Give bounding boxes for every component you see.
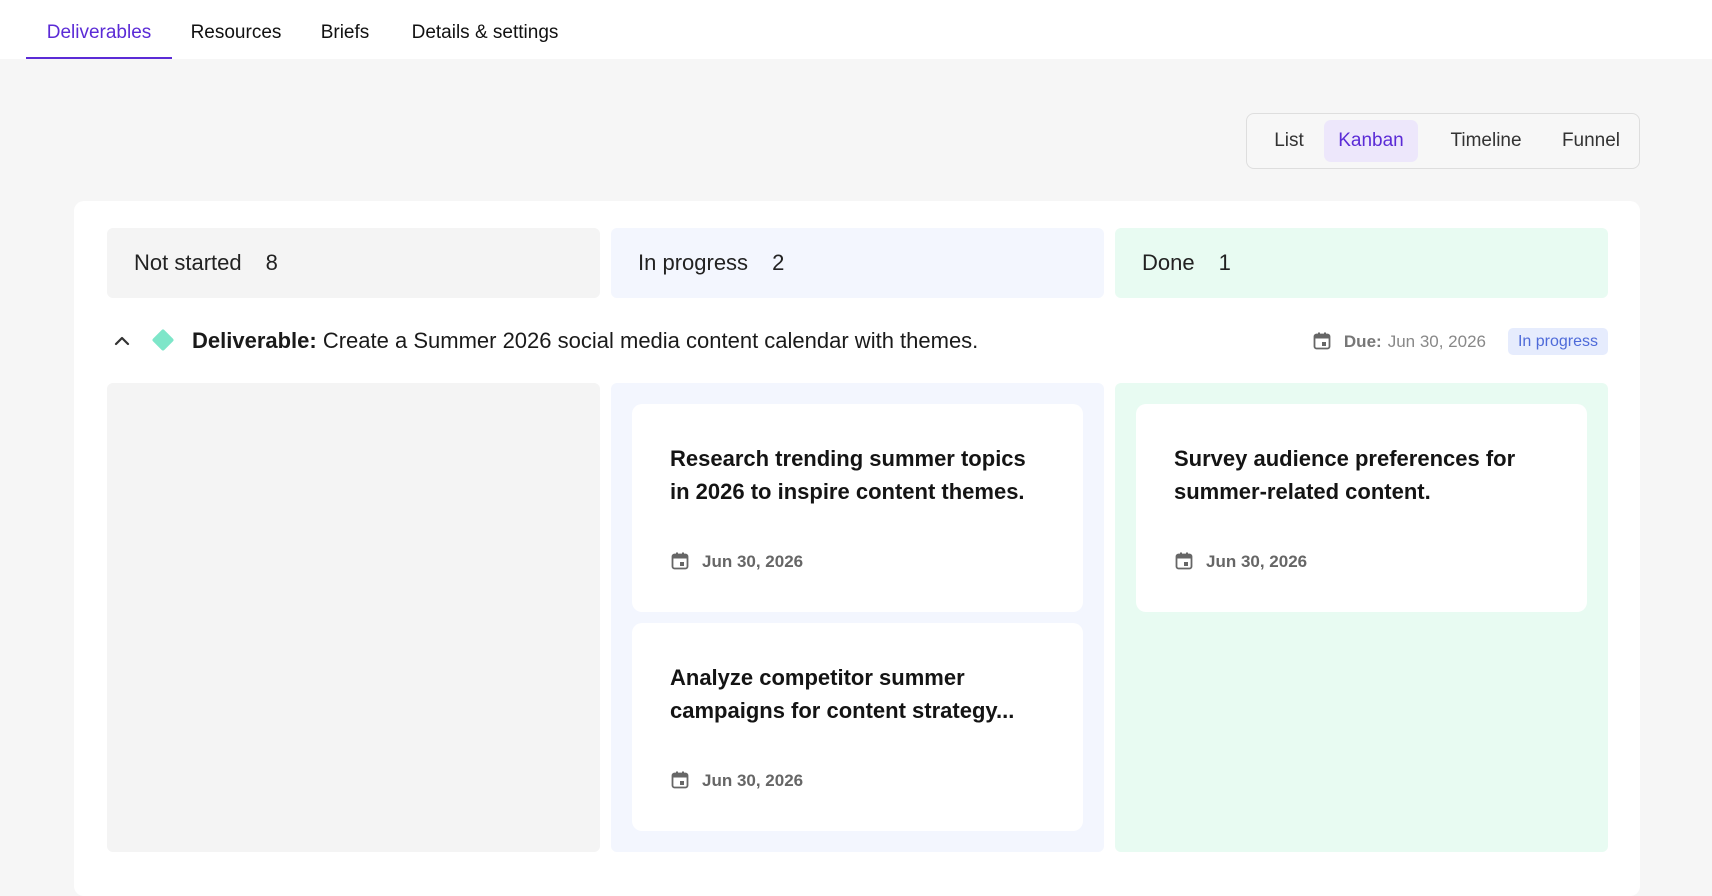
task-date: Jun 30, 2026 bbox=[670, 550, 803, 574]
task-card[interactable]: Research trending summer topics in 2026 … bbox=[632, 404, 1083, 612]
tab-details-settings[interactable]: Details & settings bbox=[402, 0, 568, 59]
task-date: Jun 30, 2026 bbox=[1174, 550, 1307, 574]
task-date-value: Jun 30, 2026 bbox=[702, 552, 804, 571]
calendar-icon bbox=[1313, 332, 1331, 350]
view-list-button[interactable]: List bbox=[1261, 120, 1317, 162]
task-card[interactable]: Survey audience preferences for summer-r… bbox=[1136, 404, 1587, 612]
column-count: 8 bbox=[265, 250, 278, 275]
task-date-value: Jun 30, 2026 bbox=[702, 771, 804, 790]
chevron-up-icon[interactable] bbox=[110, 329, 134, 353]
due-date: Due: Jun 30, 2026 bbox=[1312, 329, 1486, 355]
view-switcher: List Kanban Timeline Funnel bbox=[1246, 113, 1640, 169]
column-label: In progress bbox=[638, 250, 749, 275]
calendar-icon bbox=[1175, 552, 1193, 570]
task-date: Jun 30, 2026 bbox=[670, 769, 803, 793]
tab-briefs[interactable]: Briefs bbox=[310, 0, 380, 59]
due-label: Due: bbox=[1343, 332, 1382, 351]
diamond-icon bbox=[151, 328, 175, 352]
calendar-icon bbox=[671, 771, 689, 789]
view-funnel-button[interactable]: Funnel bbox=[1548, 120, 1634, 162]
column-header-not-started: Not started 8 bbox=[107, 228, 600, 298]
due-value: Jun 30, 2026 bbox=[1387, 332, 1486, 351]
column-header-in-progress: In progress 2 bbox=[611, 228, 1104, 298]
column-label: Done bbox=[1142, 250, 1195, 275]
top-tab-bar: Deliverables Resources Briefs Details & … bbox=[0, 0, 1712, 59]
view-timeline-button[interactable]: Timeline bbox=[1433, 120, 1539, 162]
deliverable-name: Create a Summer 2026 social media conten… bbox=[316, 328, 979, 353]
status-badge[interactable]: In progress bbox=[1507, 328, 1608, 355]
task-card[interactable]: Analyze competitor summer campaigns for … bbox=[632, 623, 1083, 831]
column-count: 1 bbox=[1218, 250, 1231, 275]
column-body-not-started bbox=[107, 383, 600, 852]
column-header-done: Done 1 bbox=[1115, 228, 1608, 298]
deliverable-prefix: Deliverable: bbox=[192, 328, 317, 353]
tab-resources[interactable]: Resources bbox=[180, 0, 292, 59]
task-title: Survey audience preferences for summer-r… bbox=[1174, 446, 1516, 504]
view-kanban-button[interactable]: Kanban bbox=[1324, 120, 1418, 162]
column-label: Not started bbox=[134, 250, 242, 275]
task-date-value: Jun 30, 2026 bbox=[1206, 552, 1308, 571]
calendar-icon bbox=[671, 552, 689, 570]
tab-deliverables[interactable]: Deliverables bbox=[26, 0, 172, 59]
kanban-board: Not started 8 In progress 2 Done 1 Delivera… bbox=[74, 201, 1640, 896]
column-count: 2 bbox=[772, 250, 785, 275]
deliverable-title[interactable]: Deliverable: Create a Summer 2026 social… bbox=[192, 327, 978, 355]
task-title: Analyze competitor summer campaigns for … bbox=[670, 665, 1015, 723]
column-body-in-progress: Research trending summer topics in 2026 … bbox=[611, 383, 1104, 852]
deliverable-group-header: Deliverable: Create a Summer 2026 social… bbox=[106, 314, 1608, 368]
task-title: Research trending summer topics in 2026 … bbox=[670, 446, 1026, 504]
column-body-done: Survey audience preferences for summer-r… bbox=[1115, 383, 1608, 852]
